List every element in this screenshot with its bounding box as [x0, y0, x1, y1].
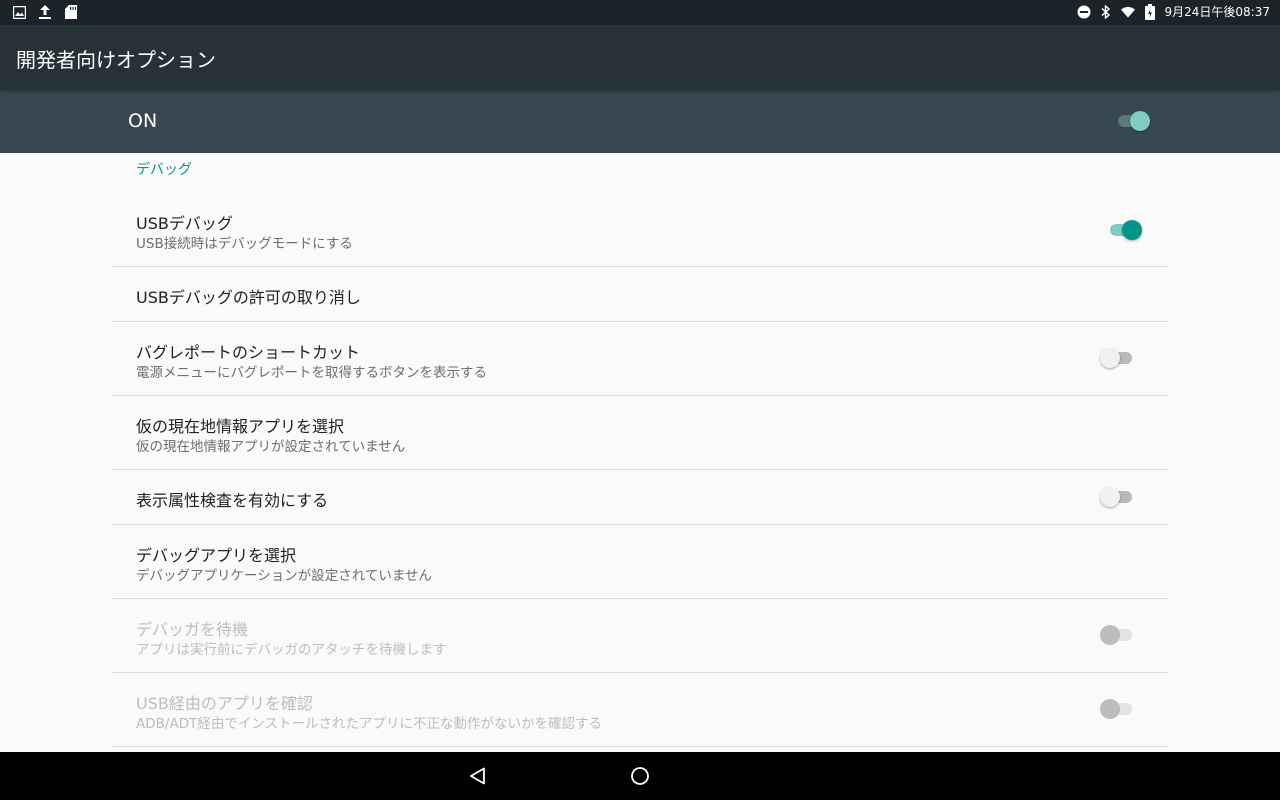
do-not-disturb-icon — [1077, 4, 1091, 20]
status-bar: 9月24日午後08:37 — [0, 0, 1280, 25]
usb-debugging-switch[interactable] — [1108, 218, 1144, 242]
master-switch-toggle[interactable] — [1116, 109, 1152, 133]
wait-for-debugger-switch — [1100, 623, 1136, 647]
settings-list[interactable]: デバッグ USBデバッグ USB接続時はデバッグモードにする USBデバッグの許… — [112, 153, 1168, 752]
pref-mock-location-app[interactable]: 仮の現在地情報アプリを選択 仮の現在地情報アプリが設定されていません — [112, 396, 1168, 470]
pref-wait-for-debugger: デバッガを待機 アプリは実行前にデバッガのアタッチを待機します — [112, 599, 1168, 673]
bug-report-shortcut-switch[interactable] — [1100, 346, 1136, 370]
pref-summary: USB接続時はデバッグモードにする — [136, 236, 353, 252]
pref-usb-debugging[interactable]: USBデバッグ USB接続時はデバッグモードにする — [112, 193, 1168, 267]
pref-title: USBデバッグの許可の取り消し — [136, 288, 361, 307]
master-switch-label: ON — [128, 110, 158, 132]
view-attribute-inspection-switch[interactable] — [1100, 485, 1136, 509]
pref-title: USB経由のアプリを確認 — [136, 694, 313, 713]
page-title: 開発者向けオプション — [16, 48, 216, 72]
pref-title: デバッグアプリを選択 — [136, 546, 297, 565]
image-icon — [12, 4, 26, 20]
verify-apps-over-usb-switch — [1100, 697, 1136, 721]
pref-verify-apps-over-usb: USB経由のアプリを確認 ADB/ADT経由でインストールされたアプリに不正な動… — [112, 673, 1168, 747]
status-clock: 9月24日午後08:37 — [1164, 5, 1271, 19]
upload-icon — [38, 4, 52, 20]
pref-title: USBデバッグ — [136, 214, 233, 233]
pref-title: デバッガを待機 — [136, 620, 249, 639]
navigation-bar — [0, 752, 1280, 800]
pref-summary: ADB/ADT経由でインストールされたアプリに不正な動作がないかを確認する — [136, 716, 603, 732]
home-icon[interactable] — [628, 764, 652, 788]
pref-title: 仮の現在地情報アプリを選択 — [136, 417, 345, 436]
app-bar: 開発者向けオプション — [0, 25, 1280, 89]
pref-select-debug-app[interactable]: デバッグアプリを選択 デバッグアプリケーションが設定されていません — [112, 525, 1168, 599]
master-switch-bar[interactable]: ON — [0, 89, 1280, 153]
sd-card-icon — [64, 4, 78, 20]
category-header-debug: デバッグ — [136, 162, 192, 178]
pref-view-attribute-inspection[interactable]: 表示属性検査を有効にする — [112, 470, 1168, 525]
pref-title: バグレポートのショートカット — [136, 343, 361, 362]
pref-summary: デバッグアプリケーションが設定されていません — [136, 568, 432, 584]
pref-summary: 電源メニューにバグレポートを取得するボタンを表示する — [136, 365, 487, 381]
pref-summary: 仮の現在地情報アプリが設定されていません — [136, 439, 406, 455]
pref-revoke-usb-debugging[interactable]: USBデバッグの許可の取り消し — [112, 267, 1168, 322]
battery-icon — [1143, 3, 1157, 20]
pref-bug-report-shortcut[interactable]: バグレポートのショートカット 電源メニューにバグレポートを取得するボタンを表示す… — [112, 322, 1168, 396]
pref-summary: アプリは実行前にデバッガのアタッチを待機します — [136, 642, 447, 658]
bluetooth-icon — [1099, 4, 1113, 20]
pref-title: 表示属性検査を有効にする — [136, 491, 329, 510]
wifi-icon — [1120, 4, 1135, 20]
back-icon[interactable] — [466, 764, 490, 788]
